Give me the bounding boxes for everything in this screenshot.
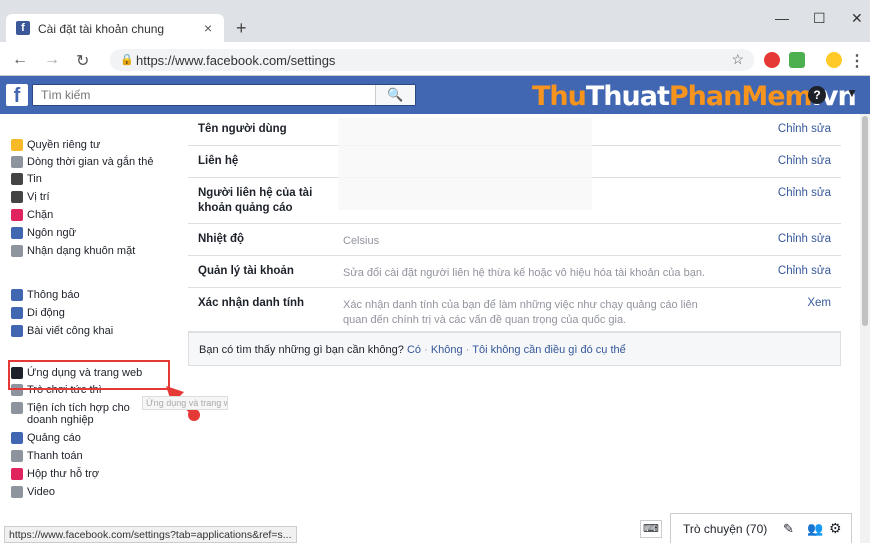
setting-key: Tên người dùng [198,123,287,135]
blurred-region [338,118,592,210]
language-icon [11,227,23,239]
contacts-icon[interactable]: 👥 [807,521,823,537]
face-icon [11,245,23,257]
gear-icon[interactable]: ⚙ [829,520,842,537]
browser-tab[interactable]: f Cài đặt tài khoản chung × [6,14,224,42]
forward-arrow-icon[interactable]: → [44,51,60,69]
extension-icon[interactable] [789,52,805,68]
settings-row: Quản lý tài khoản Sửa đổi cài đặt người l… [188,256,841,288]
close-window-button[interactable]: ✕ [851,10,863,27]
search-input[interactable] [33,85,373,105]
chat-label: Trò chuyện (70) [683,522,768,536]
browser-menu-icon[interactable]: ⋮ [849,51,865,71]
back-arrow-icon[interactable]: ← [12,51,28,69]
ads-icon [11,432,23,444]
reload-icon[interactable]: ↻ [76,51,89,71]
sidebar-item-label: Vị trí [27,191,50,203]
sidebar-item-label: Di động [27,307,65,319]
url-text: https://www.facebook.com/settings [136,53,336,68]
sidebar-item-label: Quyền riêng tư [27,139,101,151]
tab-close-button[interactable]: × [204,20,212,36]
facebook-logo-icon[interactable]: f [6,84,28,107]
setting-value: Celsius [343,235,380,247]
setting-value: Sửa đổi cài đặt người liên hệ thừa kế ho… [343,267,705,279]
help-icon[interactable]: ? [808,86,826,104]
sidebar-item-label: Thông báo [27,289,80,301]
adblock-extension-icon[interactable] [764,52,780,68]
sidebar-item-label: Bài viết công khai [27,325,114,337]
new-tab-button[interactable]: + [236,18,247,39]
keyboard-icon[interactable]: ⌨ [640,520,662,538]
lock-icon: 🔒 [120,54,134,66]
setting-key: Nhiệt độ [198,233,244,245]
mobile-icon [11,307,23,319]
setting-action-link[interactable]: Chỉnh sửa [778,233,831,245]
feedback-yes-link[interactable]: Có [407,344,421,356]
payment-icon [11,450,23,462]
settings-row: Nhiệt độ Celsius Chỉnh sửa [188,224,841,256]
sidebar-item-label: Video [27,486,55,498]
tab-title: Cài đặt tài khoản chung [38,22,165,36]
account-menu-arrow-icon[interactable]: ▼ [846,86,858,100]
feedback-no-link[interactable]: Không [431,344,463,356]
facebook-search-box: 🔍 [32,84,416,106]
chat-bar[interactable]: Trò chuyện (70) ✎ 👥 ⚙ [670,513,852,543]
rss-icon [11,325,23,337]
block-icon [11,209,23,221]
highlight-box [8,360,170,390]
bookmark-star-icon[interactable]: ☆ [731,51,744,68]
setting-value: Xác nhận danh tính của bạn để làm những … [343,299,698,326]
sidebar-item-label: Tin [27,173,42,185]
location-icon [11,191,23,203]
setting-key: Liên hệ [198,155,239,167]
settings-row: Xác nhận danh tính Xác nhận danh tính của… [188,288,841,332]
business-icon [11,402,23,414]
feedback-dont-care-link[interactable]: Tôi không cần điều gì đó cụ thể [472,344,626,356]
setting-key: Xác nhận danh tính [198,297,305,309]
minimize-button[interactable]: — [775,10,789,26]
scrollbar-thumb[interactable] [862,116,868,326]
sidebar-item-label: Dòng thời gian và gắn thẻ [27,156,154,168]
book-icon [11,173,23,185]
sidebar-tooltip: Ứng dụng và trang web [142,396,228,410]
globe-icon [11,289,23,301]
facebook-top-bar: f 🔍 ThuThuatPhanMem.vn ? ▼ [0,76,870,114]
setting-key: Người liên hệ của tài khoản quảng cáo [198,187,313,214]
browser-tab-bar: f Cài đặt tài khoản chung × + — ☐ ✕ [0,0,870,42]
sidebar-item-label: Ngôn ngữ [27,227,76,239]
maximize-button[interactable]: ☐ [813,10,826,27]
setting-key: Quản lý tài khoản [198,265,294,277]
facebook-favicon-icon: f [16,21,30,35]
feedback-question: Bạn có tìm thấy những gì bạn cần không? [199,344,404,356]
status-bar-url: https://www.facebook.com/settings?tab=ap… [4,526,297,543]
sidebar-item-label: Chặn [27,209,54,221]
setting-action-link[interactable]: Chỉnh sửa [778,265,831,277]
compose-icon[interactable]: ✎ [783,521,794,537]
url-field[interactable]: 🔒 https://www.facebook.com/settings ☆ [110,49,754,71]
sidebar-item-label: Nhận dạng khuôn mặt [27,245,136,257]
timeline-icon [11,156,23,168]
address-bar-row: ← → ↻ 🔒 https://www.facebook.com/setting… [0,42,870,76]
sidebar-item-label: Tiện ích tích hợp cho doanh nghiệp [27,402,130,426]
sidebar-item-label: Quảng cáo [27,432,81,444]
setting-action-link[interactable]: Chỉnh sửa [778,187,831,199]
video-icon [11,486,23,498]
search-icon[interactable]: 🔍 [375,85,415,105]
feedback-prompt: Bạn có tìm thấy những gì bạn cần không? … [188,332,841,366]
emoji-extension-icon[interactable] [826,52,842,68]
support-icon [11,468,23,480]
setting-action-link[interactable]: Chỉnh sửa [778,123,831,135]
setting-action-link[interactable]: Chỉnh sửa [778,155,831,167]
sidebar-item-label: Hộp thư hỗ trợ [27,468,100,480]
sidebar-item-label: Thanh toán [27,450,83,462]
lock-icon [11,139,23,151]
setting-action-link[interactable]: Xem [807,297,831,309]
